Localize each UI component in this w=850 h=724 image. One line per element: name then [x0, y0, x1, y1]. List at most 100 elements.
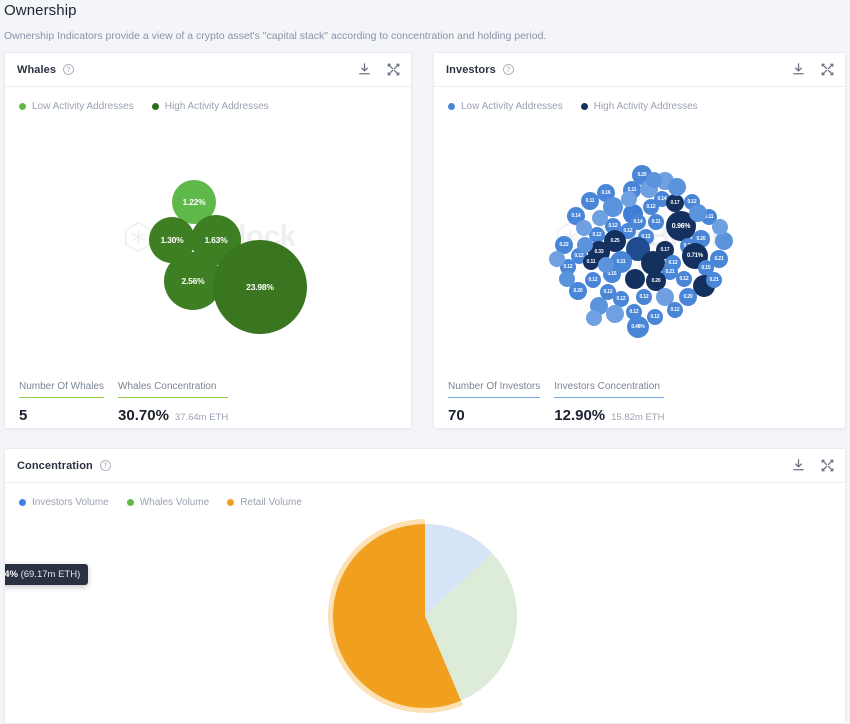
investors-panel-header: Investors ? — [434, 53, 845, 87]
legend-dot-high-activity — [580, 103, 588, 110]
legend-item-low-activity[interactable]: Low Activity Addresses — [19, 101, 134, 112]
concentration-panel: Concentration ? Investors Volume Whales … — [4, 448, 846, 724]
expand-icon[interactable] — [820, 458, 835, 473]
stat-label: Number Of Whales — [19, 381, 105, 392]
bubble-label: 0.17 — [670, 200, 680, 206]
ownership-page: Ownership Ownership Indicators provide a… — [0, 0, 850, 724]
stat-value: 30.70% — [118, 407, 169, 424]
bubble-label: 0.12 — [650, 314, 660, 320]
bubble-label: 0.21 — [665, 269, 675, 275]
bubble-label: 2.56% — [181, 276, 205, 286]
stat-subvalue: 15.82m ETH — [611, 412, 665, 423]
bubble[interactable] — [646, 172, 662, 188]
bubble[interactable] — [592, 210, 608, 226]
legend-label-low-activity: Low Activity Addresses — [461, 101, 563, 112]
bubble[interactable]: 0.48% — [627, 316, 649, 338]
bubble-label: 0.11 — [651, 219, 661, 225]
bubble-label: 0.12 — [616, 296, 626, 302]
bubble[interactable] — [559, 271, 575, 287]
concentration-pie-chart: TheBlock 56.4% (69.17m ETH) — [5, 508, 845, 716]
tooltip-percent: 56.4% — [4, 569, 18, 580]
bubble-label: 0.12 — [563, 264, 573, 270]
bubble-label: 0.48% — [631, 324, 645, 330]
expand-icon[interactable] — [386, 62, 401, 77]
help-icon[interactable]: ? — [63, 64, 75, 75]
concentration-panel-title: Concentration — [17, 459, 93, 472]
tooltip-amount: (69.17m ETH) — [20, 569, 81, 580]
investors-stats: Number Of Investors 70 Investors Concent… — [434, 362, 845, 424]
page-subtitle: Ownership Indicators provide a view of a… — [4, 30, 547, 42]
legend-item-low-activity[interactable]: Low Activity Addresses — [448, 101, 563, 112]
bubble[interactable]: 0.12 — [676, 271, 692, 287]
expand-icon[interactable] — [820, 62, 835, 77]
bubble[interactable]: 0.12 — [667, 302, 683, 318]
bubble-label: 0.20 — [637, 172, 647, 178]
legend-label-retail-volume: Retail Volume — [240, 497, 302, 508]
bubble[interactable]: 0.12 — [585, 272, 601, 288]
download-icon[interactable] — [791, 458, 806, 473]
stat-label: Number Of Investors — [448, 381, 541, 392]
page-title: Ownership — [4, 2, 77, 19]
bubble[interactable] — [625, 269, 645, 289]
stat-investors-concentration: Investors Concentration 12.90% 15.82m ET… — [554, 376, 678, 424]
whales-header-tools — [357, 62, 401, 77]
bubble-label: 0.14 — [633, 219, 643, 225]
bubble[interactable] — [598, 257, 614, 273]
bubble-label: 1.30% — [160, 235, 184, 245]
bubble[interactable]: 0.21 — [706, 272, 722, 288]
bubble-label: 0.33 — [594, 249, 604, 255]
bubble[interactable] — [712, 219, 728, 235]
stat-number-of-investors: Number Of Investors 70 — [448, 376, 554, 424]
bubble[interactable]: 0.20 — [679, 288, 697, 306]
whales-panel-header: Whales ? — [5, 53, 411, 87]
bubble[interactable] — [576, 220, 592, 236]
legend-item-high-activity[interactable]: High Activity Addresses — [151, 101, 269, 112]
help-icon[interactable]: ? — [502, 64, 514, 75]
legend-item-whales-volume[interactable]: Whales Volume — [126, 497, 210, 508]
legend-item-investors-volume[interactable]: Investors Volume — [19, 497, 109, 508]
help-icon[interactable]: ? — [99, 460, 111, 471]
bubble[interactable] — [606, 305, 624, 323]
bubble[interactable] — [621, 191, 637, 207]
bubble[interactable]: 0.17 — [666, 194, 684, 212]
bubble[interactable]: 0.11 — [583, 254, 599, 270]
bubble-label: 0.21 — [709, 277, 719, 283]
stat-value: 12.90% — [554, 407, 606, 424]
pie-svg[interactable] — [325, 516, 525, 716]
bubble[interactable] — [689, 204, 707, 222]
legend-item-high-activity[interactable]: High Activity Addresses — [580, 101, 698, 112]
whales-panel-title: Whales — [17, 63, 57, 76]
bubble-label: 0.11 — [586, 259, 596, 265]
bubble[interactable]: 23.98% — [213, 240, 307, 334]
download-icon[interactable] — [791, 62, 806, 77]
stat-subvalue: 37.64m ETH — [174, 412, 229, 423]
bubble-label: 0.12 — [639, 294, 649, 300]
bubble-label: 0.12 — [592, 232, 602, 238]
legend-label-whales-volume: Whales Volume — [139, 497, 210, 508]
bubble[interactable] — [586, 310, 602, 326]
stat-number-of-whales: Number Of Whales 5 — [19, 376, 118, 424]
bubble[interactable]: 0.11 — [648, 214, 664, 230]
bubble[interactable] — [668, 178, 686, 196]
bubble[interactable]: 0.12 — [647, 309, 663, 325]
bubble-label: 0.22 — [559, 242, 569, 248]
pie-tooltip: 56.4% (69.17m ETH) — [4, 564, 89, 585]
bubble[interactable]: 0.12 — [636, 289, 652, 305]
bubble[interactable] — [549, 251, 565, 267]
bubble-label: 0.12 — [603, 289, 613, 295]
bubble-label: 0.16 — [601, 190, 611, 196]
investors-header-tools — [791, 62, 835, 77]
bubble-label: 0.20 — [696, 236, 706, 242]
download-icon[interactable] — [357, 62, 372, 77]
bubble-label: 0.12 — [629, 309, 639, 315]
bubble-label: 0.20 — [683, 294, 693, 300]
bubble-label: 0.20 — [573, 288, 583, 294]
concentration-legend: Investors Volume Whales Volume Retail Vo… — [5, 483, 845, 508]
whales-bubble-chart: TheBlock 1.22%1.30%1.63%2.56%23.98% — [5, 112, 411, 362]
legend-dot-low-activity — [448, 103, 455, 110]
bubble[interactable]: 0.12 — [643, 199, 659, 215]
bubble[interactable]: 0.11 — [581, 192, 599, 210]
bubble[interactable] — [577, 237, 593, 253]
bubble-label: 0.17 — [660, 247, 670, 253]
legend-item-retail-volume[interactable]: Retail Volume — [227, 497, 302, 508]
